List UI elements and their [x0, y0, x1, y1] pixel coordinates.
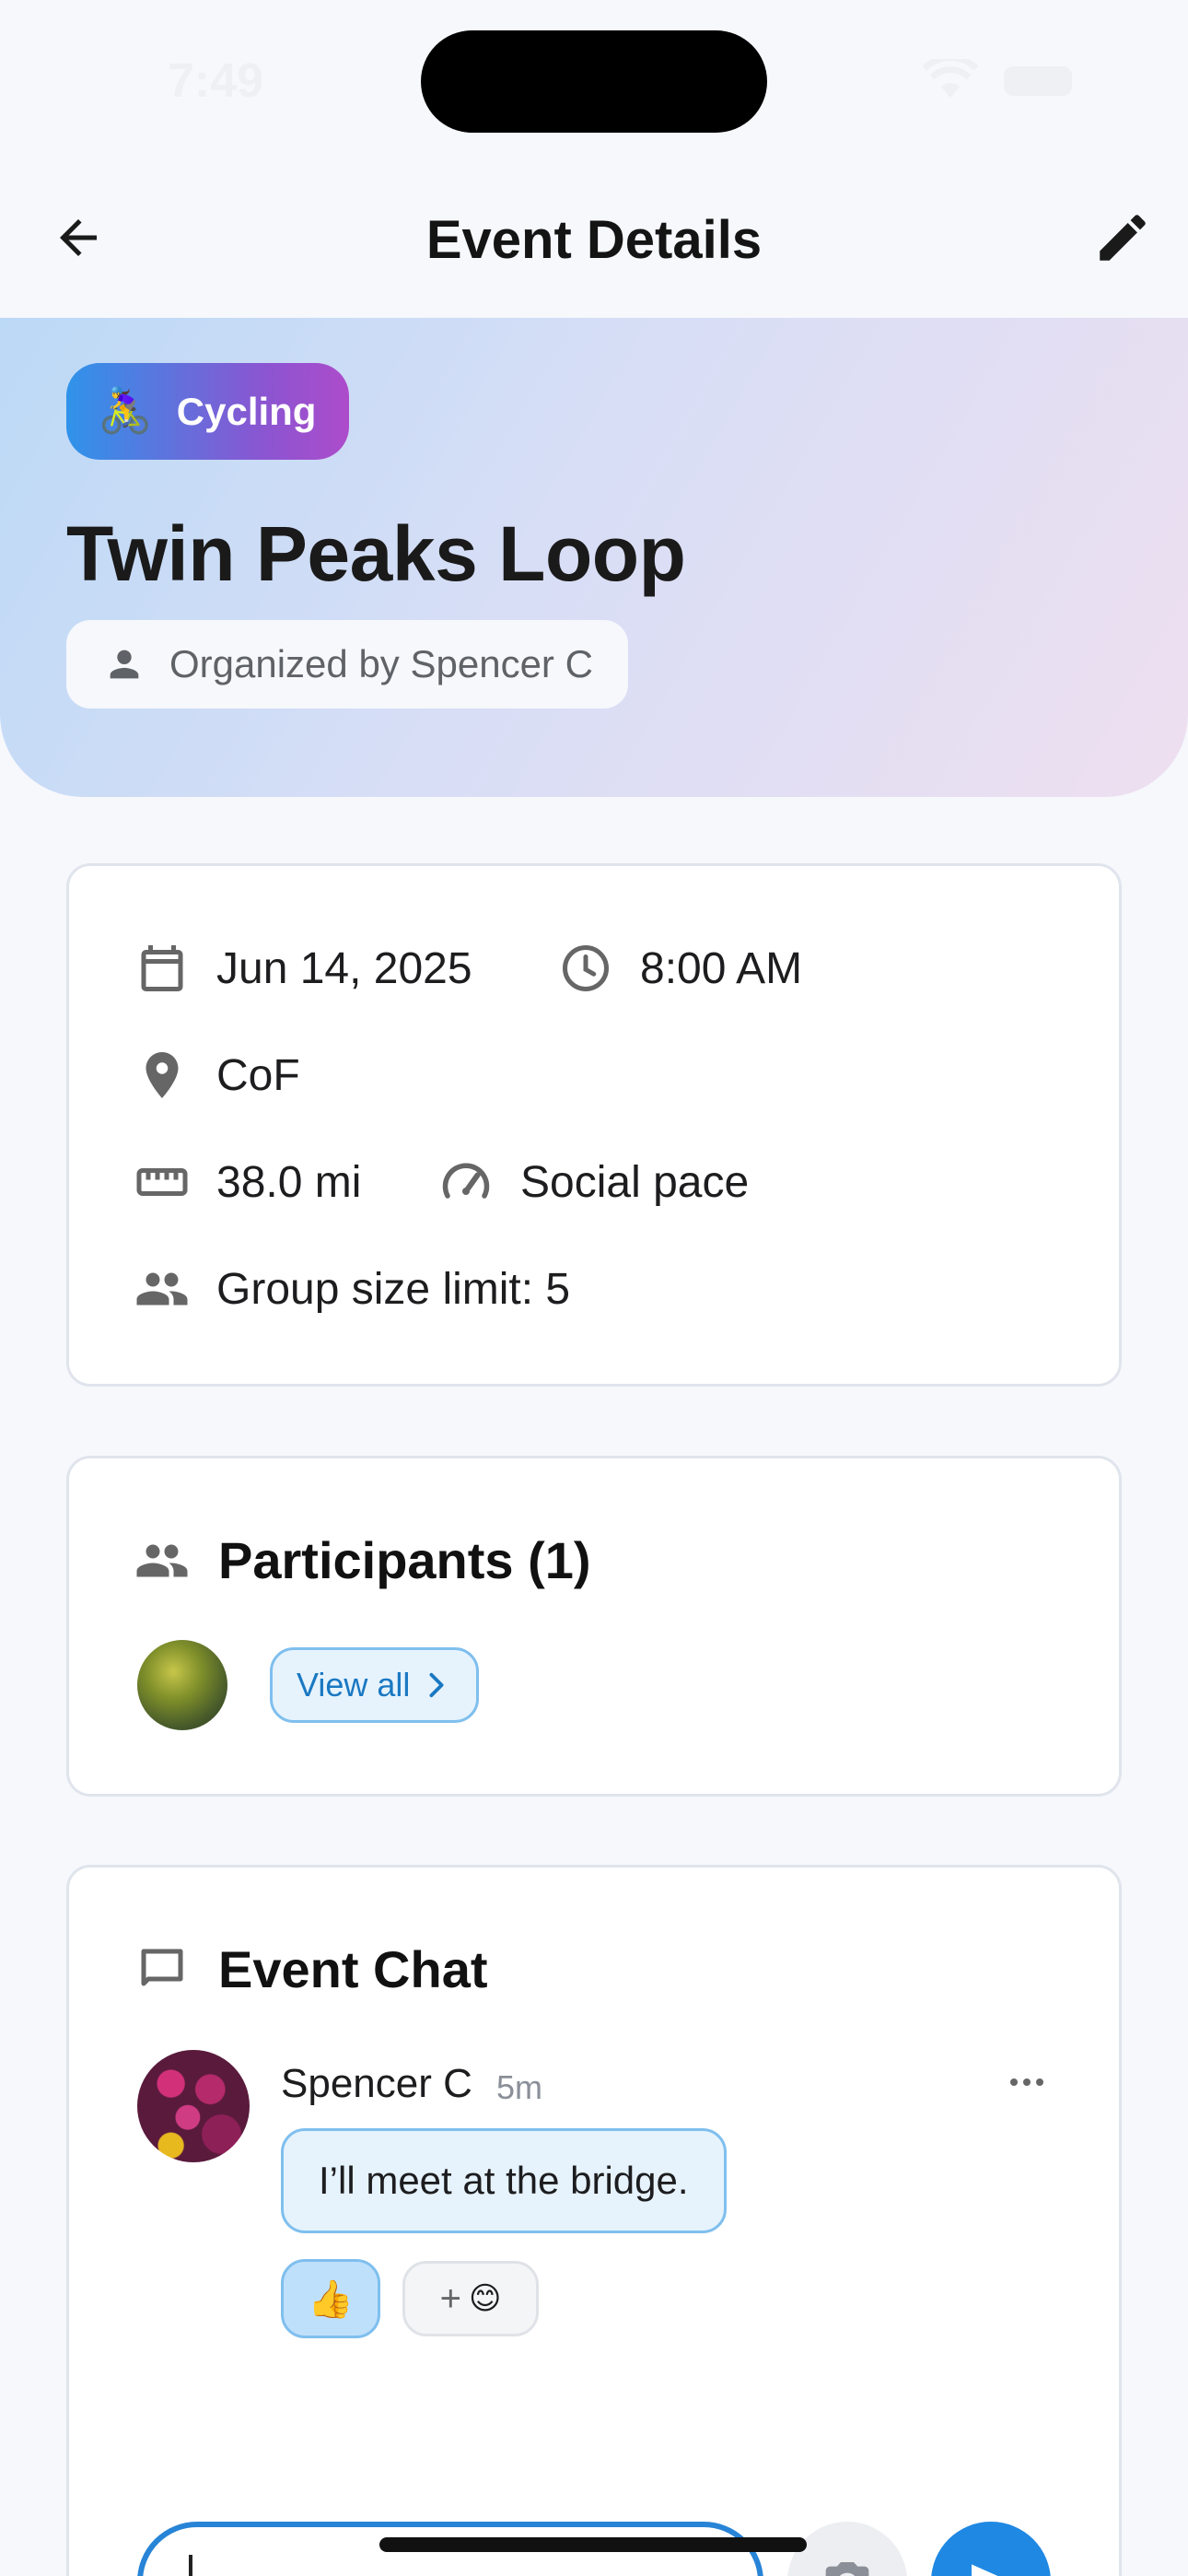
- group-size-limit: Group size limit: 5: [216, 1264, 571, 1314]
- event-distance: 38.0 mi: [216, 1157, 362, 1207]
- dynamic-island: [421, 30, 767, 133]
- distance-row: 38.0 mi: [134, 1153, 361, 1211]
- calendar-icon: [134, 940, 191, 997]
- category-label: Cycling: [176, 389, 317, 433]
- message-timestamp: 5m: [496, 2068, 543, 2106]
- status-bar: 7:49: [0, 0, 1188, 161]
- event-location: CoF: [216, 1050, 300, 1100]
- organizer-chip: Organized by Spencer C: [66, 620, 628, 708]
- more-horizontal-icon: [1010, 2078, 1043, 2086]
- home-indicator: [379, 2537, 807, 2552]
- event-title: Twin Peaks Loop: [66, 510, 686, 597]
- reaction-thumbs-up[interactable]: 👍: [281, 2259, 380, 2338]
- edit-button[interactable]: [1083, 198, 1162, 277]
- ruler-icon: [134, 1153, 191, 1211]
- person-icon: [110, 650, 139, 679]
- send-icon: [972, 2564, 998, 2576]
- event-date: Jun 14, 2025: [216, 943, 472, 993]
- message-text: I’ll meet at the bridge.: [319, 2159, 689, 2202]
- view-all-label: View all: [297, 1666, 411, 1704]
- chat-bubble-icon: [134, 1941, 191, 1998]
- group-icon: [134, 1260, 191, 1317]
- cyclist-icon: 🚴‍♀️: [98, 386, 153, 436]
- clock-icon: [557, 940, 614, 997]
- participants-heading: Participants (1): [218, 1531, 591, 1589]
- organizer-label: Organized by Spencer C: [169, 642, 593, 685]
- page-title: Event Details: [425, 210, 763, 270]
- text-cursor: [189, 2555, 192, 2576]
- status-time: 7:49: [168, 54, 264, 108]
- chevron-right-icon: [429, 1672, 444, 1698]
- plus-icon: +: [439, 2277, 461, 2319]
- event-time: 8:00 AM: [640, 943, 803, 993]
- battery-icon: [1004, 66, 1072, 96]
- message-more-button[interactable]: [999, 2068, 1054, 2096]
- speedometer-icon: [437, 1153, 495, 1211]
- event-hero: 🚴‍♀️ Cycling Twin Peaks Loop Organized b…: [0, 318, 1188, 797]
- chat-header: Event Chat: [134, 1939, 488, 1999]
- view-all-button[interactable]: View all: [270, 1647, 480, 1723]
- participants-header: Participants (1): [134, 1530, 591, 1590]
- location-pin-icon: [134, 1047, 191, 1104]
- time-row: 8:00 AM: [557, 940, 802, 997]
- camera-icon: [825, 2562, 869, 2576]
- chat-heading: Event Chat: [218, 1940, 488, 1998]
- message-author: Spencer C: [281, 2061, 472, 2106]
- pace-row: Social pace: [437, 1153, 749, 1211]
- event-pace: Social pace: [520, 1157, 750, 1207]
- pencil-icon: [1100, 215, 1146, 261]
- date-row: Jun 14, 2025: [134, 940, 472, 997]
- app-bar: Event Details: [0, 161, 1188, 318]
- message-author-avatar[interactable]: [137, 2050, 250, 2162]
- add-reaction-button[interactable]: + 😊: [402, 2261, 539, 2336]
- send-button[interactable]: [931, 2522, 1051, 2576]
- category-chip: 🚴‍♀️ Cycling: [66, 363, 350, 460]
- message-bubble: I’ll meet at the bridge.: [281, 2128, 727, 2233]
- event-details-card: Jun 14, 2025 8:00 AM CoF 38.0 mi Social …: [66, 863, 1122, 1387]
- group-icon: [134, 1532, 191, 1589]
- wifi-icon: [923, 59, 978, 98]
- event-chat-card: Event Chat Spencer C 5m I’ll meet at the…: [66, 1865, 1122, 2576]
- group-limit-row: Group size limit: 5: [134, 1260, 570, 1317]
- participants-card: Participants (1) View all: [66, 1456, 1122, 1797]
- location-row: CoF: [134, 1047, 300, 1104]
- smiley-icon: 😊: [468, 2281, 502, 2316]
- participant-avatar[interactable]: [137, 1640, 227, 1730]
